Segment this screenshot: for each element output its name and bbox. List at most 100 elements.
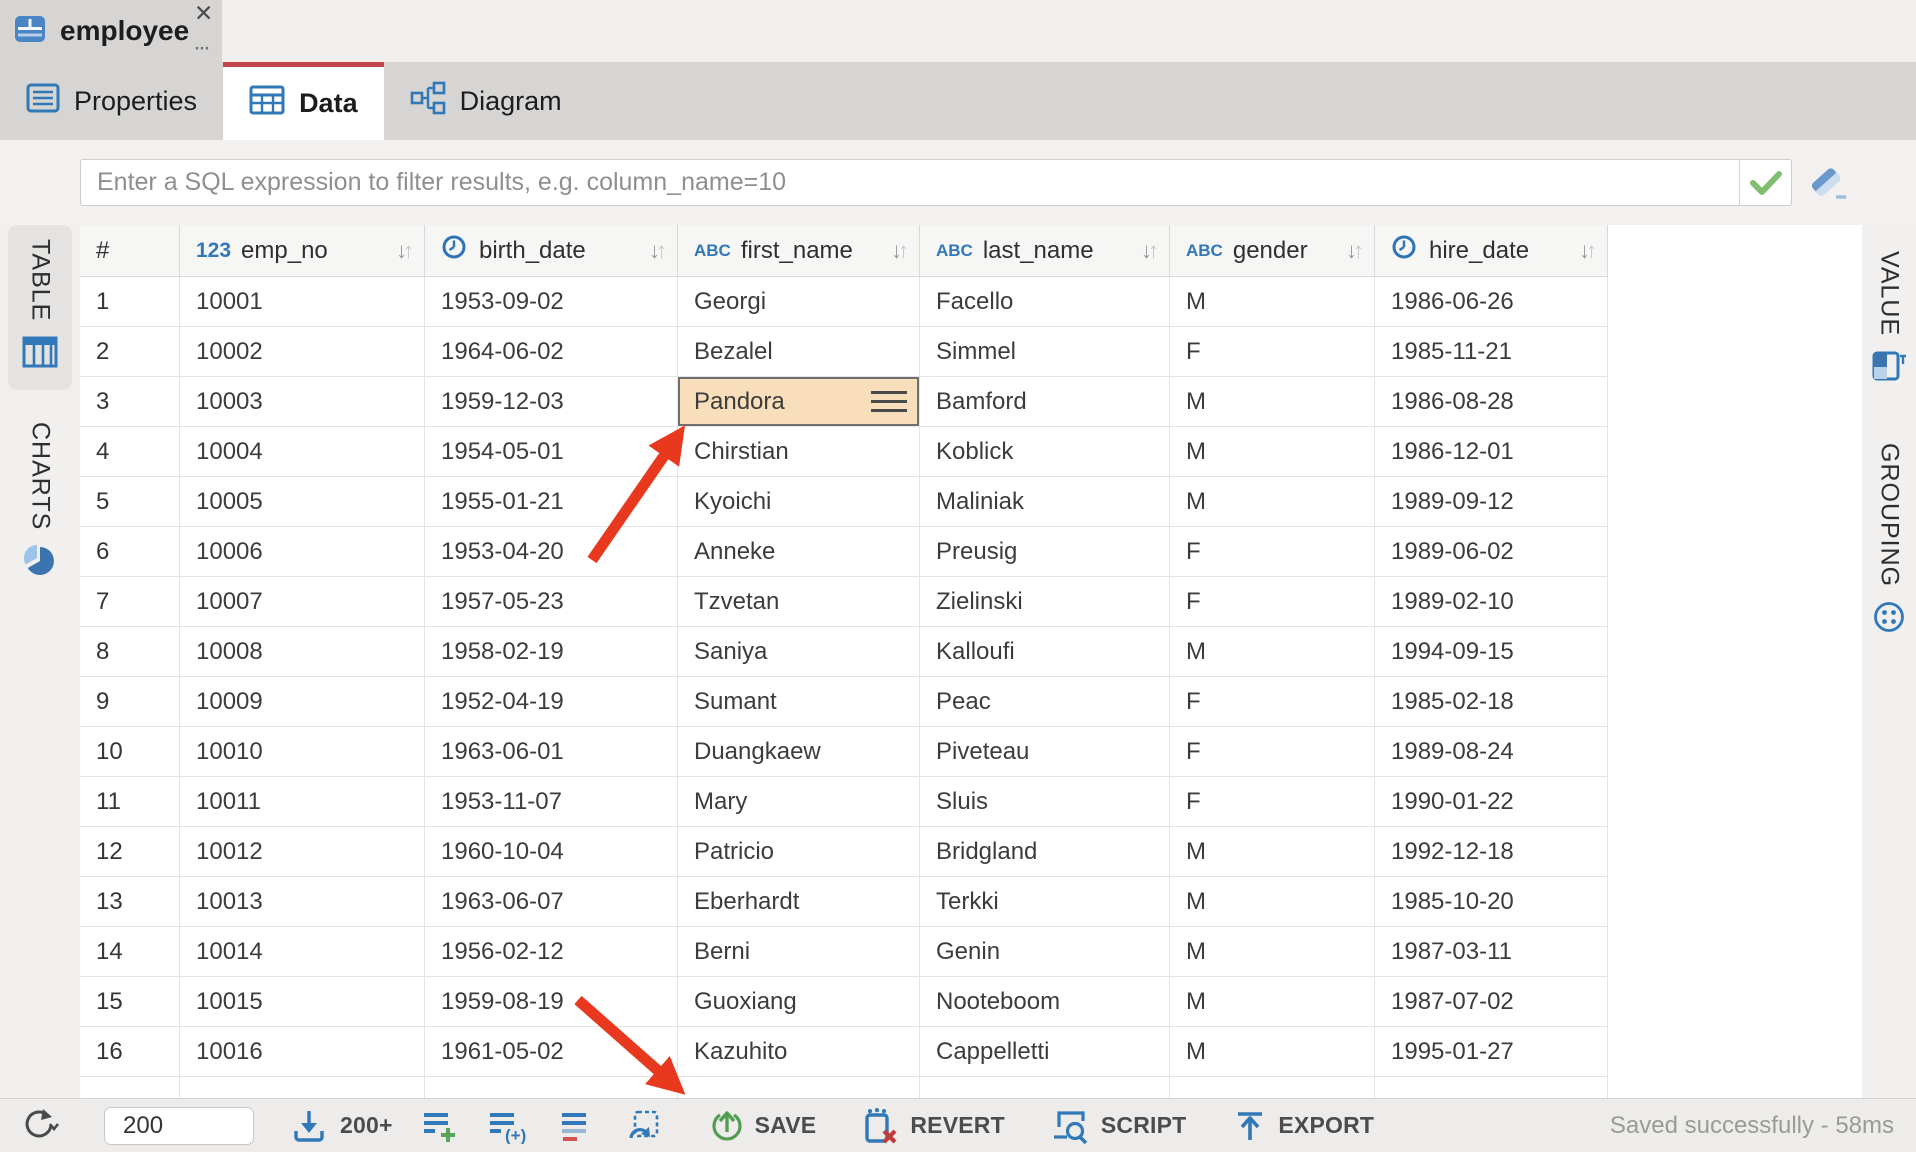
- cell-first_name[interactable]: Patricio: [678, 827, 920, 877]
- cell-hire_date[interactable]: 1985-11-21: [1375, 327, 1608, 377]
- column-header-hire_date[interactable]: hire_date↓↑: [1375, 225, 1608, 276]
- cell-birth_date[interactable]: 1959-12-03: [425, 377, 678, 427]
- apply-filter-button[interactable]: [1739, 160, 1791, 205]
- cell-birth_date[interactable]: 1952-04-19: [425, 677, 678, 727]
- sort-arrows-icon[interactable]: ↓↑: [396, 238, 414, 264]
- cell-hire_date[interactable]: 1987-07-02: [1375, 977, 1608, 1027]
- cell-last_name[interactable]: Nooteboom: [920, 977, 1170, 1027]
- sidebar-item-grouping[interactable]: GROUPING: [1862, 429, 1916, 654]
- cell-emp_no[interactable]: 10009: [180, 677, 425, 727]
- selected-cell[interactable]: Pandora: [678, 377, 920, 427]
- cell-first_name[interactable]: Kyoichi: [678, 477, 920, 527]
- cell-last_name[interactable]: Kalloufi: [920, 627, 1170, 677]
- sql-filter-input[interactable]: [81, 160, 1739, 205]
- cell-emp_no[interactable]: 10013: [180, 877, 425, 927]
- cell-first_name[interactable]: Kazuhito: [678, 1027, 920, 1077]
- cell-gender[interactable]: M: [1170, 877, 1375, 927]
- sort-arrows-icon[interactable]: ↓↑: [1346, 238, 1364, 264]
- cell-gender[interactable]: F: [1170, 677, 1375, 727]
- column-header-first_name[interactable]: ABCfirst_name↓↑: [678, 225, 920, 276]
- cell-first_name[interactable]: Eberhardt: [678, 877, 920, 927]
- close-icon[interactable]: ✕: [194, 2, 213, 25]
- cell-emp_no[interactable]: 10016: [180, 1027, 425, 1077]
- cell-hire_date[interactable]: 1985-02-18: [1375, 677, 1608, 727]
- column-header-birth_date[interactable]: birth_date↓↑: [425, 225, 678, 276]
- cell-gender[interactable]: M: [1170, 827, 1375, 877]
- tab-data[interactable]: Data: [223, 62, 384, 140]
- cell-birth_date[interactable]: 1957-05-23: [425, 577, 678, 627]
- cell-birth_date[interactable]: 1959-08-19: [425, 977, 678, 1027]
- cell-last_name[interactable]: Terkki: [920, 877, 1170, 927]
- cell-first_name[interactable]: Duangkaew: [678, 727, 920, 777]
- revert-button[interactable]: REVERT: [862, 1107, 1005, 1145]
- cell-birth_date[interactable]: 1964-06-02: [425, 327, 678, 377]
- cell-emp_no[interactable]: 10010: [180, 727, 425, 777]
- cell-hire_date[interactable]: 1986-06-26: [1375, 277, 1608, 327]
- cell-birth_date[interactable]: 1960-10-04: [425, 827, 678, 877]
- cell-gender[interactable]: F: [1170, 727, 1375, 777]
- column-header-last_name[interactable]: ABClast_name↓↑: [920, 225, 1170, 276]
- cell-birth_date[interactable]: 1956-02-12: [425, 927, 678, 977]
- sort-arrows-icon[interactable]: ↓↑: [1141, 238, 1159, 264]
- cell-birth_date[interactable]: 1961-05-02: [425, 1027, 678, 1077]
- cell-birth_date[interactable]: 1963-06-01: [425, 727, 678, 777]
- cell-last_name[interactable]: Zielinski: [920, 577, 1170, 627]
- cell-first_name[interactable]: Mary: [678, 777, 920, 827]
- sidebar-item-charts[interactable]: CHARTS: [8, 408, 72, 597]
- cell-first_name[interactable]: Saniya: [678, 627, 920, 677]
- column-header-emp_no[interactable]: 123emp_no↓↑: [180, 225, 425, 276]
- cell-hire_date[interactable]: 1994-09-15: [1375, 627, 1608, 677]
- cell-gender[interactable]: F: [1170, 777, 1375, 827]
- sort-arrows-icon[interactable]: ↓↑: [1579, 238, 1597, 264]
- cell-hire_date[interactable]: 1995-01-27: [1375, 1027, 1608, 1077]
- cell-last_name[interactable]: Genin: [920, 927, 1170, 977]
- cell-gender[interactable]: M: [1170, 277, 1375, 327]
- cell-gender[interactable]: M: [1170, 377, 1375, 427]
- cell-emp_no[interactable]: 10006: [180, 527, 425, 577]
- cell-first_name[interactable]: Sumant: [678, 677, 920, 727]
- cell-first_name[interactable]: Bezalel: [678, 327, 920, 377]
- cell-first_name[interactable]: Chirstian: [678, 427, 920, 477]
- cell-hire_date[interactable]: 1989-09-12: [1375, 477, 1608, 527]
- cell-gender[interactable]: F: [1170, 527, 1375, 577]
- cell-birth_date[interactable]: 1953-04-20: [425, 527, 678, 577]
- cell-emp_no[interactable]: 10014: [180, 927, 425, 977]
- cell-last_name[interactable]: Piveteau: [920, 727, 1170, 777]
- cell-hire_date[interactable]: 1989-08-24: [1375, 727, 1608, 777]
- cell-emp_no[interactable]: 10011: [180, 777, 425, 827]
- cell-first_name[interactable]: Tzvetan: [678, 577, 920, 627]
- grid-refresh-button[interactable]: [625, 1108, 663, 1144]
- cell-emp_no[interactable]: 10005: [180, 477, 425, 527]
- cell-birth_date[interactable]: 1953-11-07: [425, 777, 678, 827]
- cell-last_name[interactable]: Maliniak: [920, 477, 1170, 527]
- column-header-gender[interactable]: ABCgender↓↑: [1170, 225, 1375, 276]
- cell-gender[interactable]: M: [1170, 1027, 1375, 1077]
- cell-emp_no[interactable]: 10012: [180, 827, 425, 877]
- add-row-button[interactable]: [421, 1108, 459, 1144]
- cell-gender[interactable]: M: [1170, 427, 1375, 477]
- fetch-size-input[interactable]: [104, 1107, 254, 1145]
- sort-arrows-icon[interactable]: ↓↑: [649, 238, 667, 264]
- cell-hire_date[interactable]: 1986-12-01: [1375, 427, 1608, 477]
- cell-menu-icon[interactable]: [871, 391, 907, 412]
- sidebar-item-table[interactable]: TABLE: [8, 225, 72, 390]
- cell-last_name[interactable]: Simmel: [920, 327, 1170, 377]
- more-options-icon[interactable]: ···: [193, 36, 208, 60]
- refresh-button[interactable]: [18, 1106, 90, 1146]
- sidebar-item-value[interactable]: VALUE: [1862, 237, 1916, 403]
- cell-hire_date[interactable]: 1989-06-02: [1375, 527, 1608, 577]
- tab-diagram[interactable]: Diagram: [384, 62, 588, 140]
- cell-birth_date[interactable]: 1963-06-07: [425, 877, 678, 927]
- cell-emp_no[interactable]: 10004: [180, 427, 425, 477]
- duplicate-row-button[interactable]: (+): [487, 1108, 531, 1144]
- cell-last_name[interactable]: Koblick: [920, 427, 1170, 477]
- cell-hire_date[interactable]: 1985-10-20: [1375, 877, 1608, 927]
- cell-birth_date[interactable]: 1958-02-19: [425, 627, 678, 677]
- cell-first_name[interactable]: Anneke: [678, 527, 920, 577]
- cell-birth_date[interactable]: 1954-05-01: [425, 427, 678, 477]
- tab-properties[interactable]: Properties: [0, 62, 223, 140]
- export-button[interactable]: EXPORT: [1232, 1108, 1374, 1144]
- cell-emp_no[interactable]: 10008: [180, 627, 425, 677]
- cell-emp_no[interactable]: 10007: [180, 577, 425, 627]
- cell-last_name[interactable]: Cappelletti: [920, 1027, 1170, 1077]
